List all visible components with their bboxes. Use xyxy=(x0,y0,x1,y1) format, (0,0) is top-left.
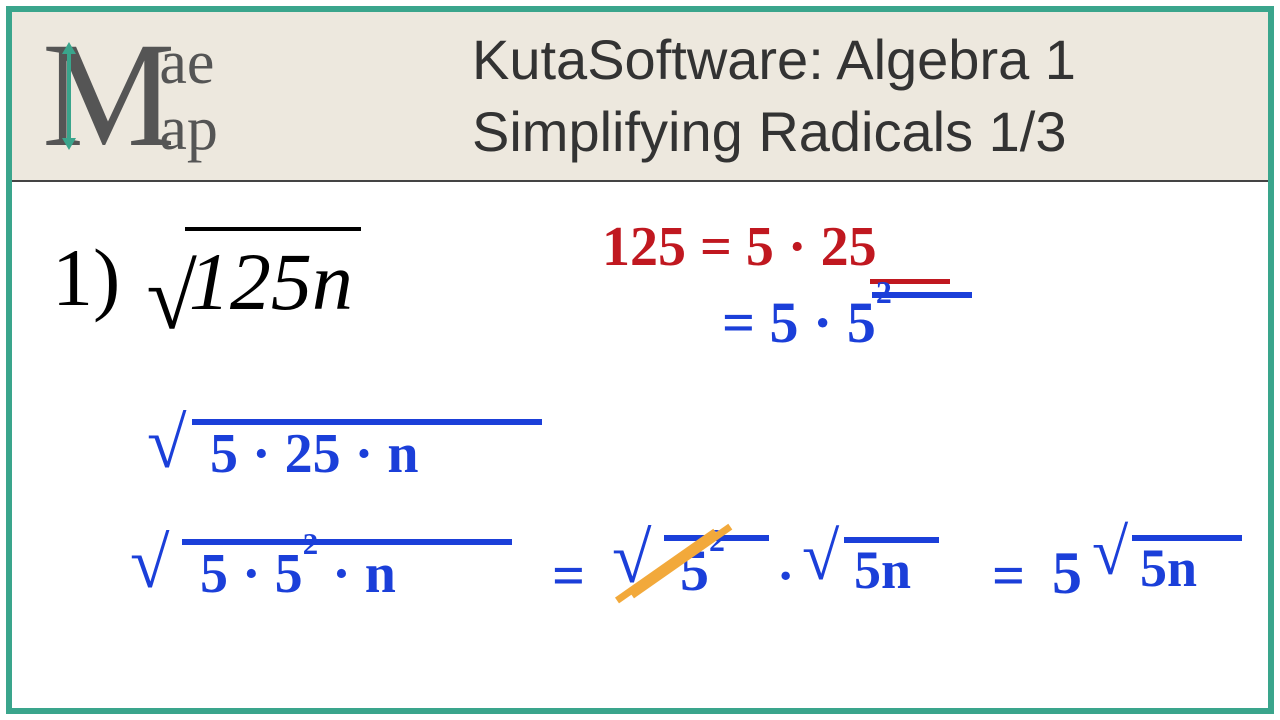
sqrt-icon: √ 125n xyxy=(146,227,361,329)
factorization-line1: 125 = 5 · 25 xyxy=(602,215,877,279)
equals-right: = xyxy=(992,542,1025,609)
radicand-a: 5 · 25 · n xyxy=(210,422,419,486)
final-coef: 5 xyxy=(1052,539,1082,608)
logo-bottom-text: ap xyxy=(159,96,218,162)
maemap-logo: M ae ap xyxy=(42,30,218,162)
radical-icon-b: √ xyxy=(130,522,170,605)
equals-mid: = xyxy=(552,542,585,609)
final-radicand: 5n xyxy=(1140,537,1197,599)
mid-dot: · xyxy=(777,547,794,606)
logo-area: M ae ap xyxy=(12,12,472,180)
problem-radicand: 125n xyxy=(185,227,361,329)
slide-header: M ae ap KutaSoftware: Algebra 1 Simplify… xyxy=(12,12,1268,182)
slide-title: KutaSoftware: Algebra 1 Simplifying Radi… xyxy=(472,12,1268,180)
radicand-d: 5n xyxy=(854,539,911,601)
work-area: 1) √ 125n 125 = 5 · 25 = 5 · 52 √ 5 · 25… xyxy=(32,197,1248,688)
bar-over-5sq xyxy=(872,292,972,298)
logo-m-icon: M xyxy=(42,30,167,160)
radicand-b: 5 · 52 · n xyxy=(200,542,396,606)
slide-frame: M ae ap KutaSoftware: Algebra 1 Simplify… xyxy=(6,6,1274,714)
radical-icon-a: √ xyxy=(147,402,187,485)
radical-icon-d: √ xyxy=(802,517,839,596)
problem-1: 1) √ 125n xyxy=(52,227,361,329)
title-line-1: KutaSoftware: Algebra 1 xyxy=(472,24,1258,96)
problem-number: 1) xyxy=(52,231,120,325)
title-line-2: Simplifying Radicals 1/3 xyxy=(472,96,1258,168)
radical-icon-e: √ xyxy=(1092,515,1128,591)
logo-top-text: ae xyxy=(159,30,218,96)
factorization-line2: = 5 · 52 xyxy=(722,289,892,356)
